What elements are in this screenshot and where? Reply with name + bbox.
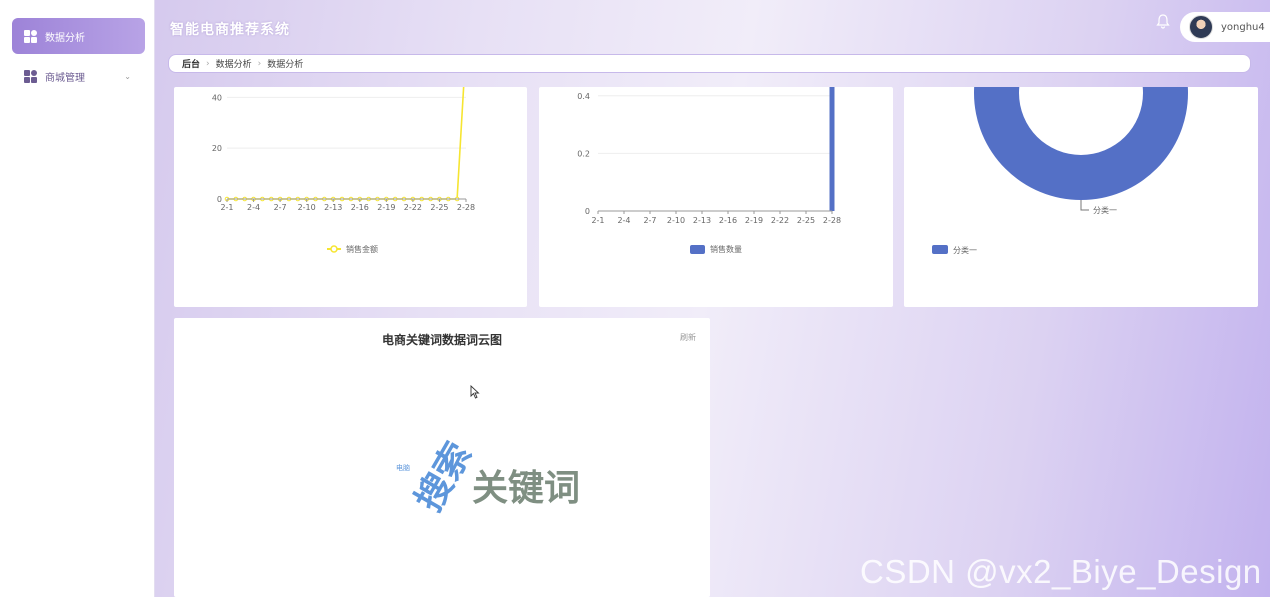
avatar	[1189, 15, 1213, 39]
grid-icon	[24, 69, 37, 83]
x-tick-label: 2-10	[298, 203, 316, 212]
x-tick-label: 2-25	[430, 203, 448, 212]
bell-icon[interactable]	[1156, 14, 1172, 30]
sidebar-item-data-analysis[interactable]: 数据分析	[12, 18, 145, 54]
x-tick-label: 2-7	[643, 216, 656, 225]
x-tick-label: 2-16	[719, 216, 737, 225]
y-tick-label: 40	[212, 93, 222, 102]
y-tick-label: 0	[585, 207, 590, 216]
category-pie-chart: 分类一分类一	[932, 87, 1188, 255]
wordcloud-word: 搜索	[408, 436, 480, 519]
x-tick-label: 2-1	[591, 216, 604, 225]
y-tick-label: 0.4	[577, 92, 590, 101]
x-tick-label: 2-19	[377, 203, 395, 212]
chevron-right-icon: ›	[206, 58, 210, 69]
x-tick-label: 2-22	[404, 203, 422, 212]
breadcrumb-item-home[interactable]: 后台	[182, 57, 200, 70]
sales-amount-chart-card: 0 20 40 2-1 2-4 2-7 2-10 2-13 2-16 2-19 2-22 2-25 2-…	[174, 87, 527, 307]
x-tick-label: 2-4	[617, 216, 630, 225]
sidebar: 数据分析 商城管理 ⌄	[0, 0, 155, 597]
y-tick-label: 0.2	[577, 149, 590, 158]
mouse-cursor-icon	[470, 385, 480, 399]
x-tick-label: 2-1	[220, 203, 233, 212]
legend-label: 销售数量	[710, 244, 742, 254]
breadcrumb-item: 数据分析	[267, 60, 304, 70]
x-tick-label: 2-28	[457, 203, 475, 212]
chevron-right-icon: ›	[257, 58, 262, 69]
pie-slice	[974, 87, 1188, 200]
x-tick-label: 2-22	[771, 216, 789, 225]
keyword-wordcloud-card: 电商关键词数据词云图 刷新 关键词 搜索 电脑	[174, 318, 710, 597]
x-tick-label: 2-28	[823, 216, 841, 225]
legend-swatch	[690, 245, 705, 254]
legend-label: 分类一	[953, 245, 977, 255]
wordcloud-word: 关键词	[472, 468, 580, 509]
x-tick-label: 2-4	[247, 203, 260, 212]
watermark: CSDN @vx2_Biye_Design	[860, 553, 1262, 590]
wordcloud: 关键词 搜索 电脑	[396, 436, 580, 519]
x-tick-label: 2-16	[351, 203, 369, 212]
sidebar-item-label: 商城管理	[45, 72, 85, 84]
sales-quantity-bar-chart: 0 0.2 0.4 2-1 2-4 2-7 2-10 2-13 2-16 2-19 2-22 2-25…	[577, 87, 841, 254]
pie-label: 分类一	[1093, 205, 1117, 215]
y-tick-label: 20	[212, 144, 222, 153]
sales-quantity-chart-card: 0 0.2 0.4 2-1 2-4 2-7 2-10 2-13 2-16 2-19 2-22 2-25…	[539, 87, 893, 307]
legend-marker	[330, 245, 338, 253]
wordcloud-word: 电脑	[396, 463, 410, 472]
sidebar-item-label: 数据分析	[45, 32, 85, 44]
x-tick-label: 2-13	[324, 203, 342, 212]
username: yonghu4	[1221, 21, 1265, 33]
breadcrumb-item[interactable]: 数据分析	[216, 57, 252, 70]
x-tick-label: 2-7	[274, 203, 287, 212]
category-pie-chart-card: 分类一 分类一	[904, 87, 1258, 307]
x-tick-label: 2-13	[693, 216, 711, 225]
series-line	[227, 87, 465, 200]
grid-icon	[24, 29, 37, 43]
sales-amount-line-chart: 020402-1 2-4 2-7 2-10 2-13 2-16 2-19 2-22 2-25 2-…	[212, 87, 475, 254]
legend-label: 销售金额	[346, 244, 378, 254]
sidebar-item-mall-management[interactable]: 商城管理 ⌄	[12, 58, 145, 94]
user-menu[interactable]: yonghu4	[1180, 12, 1270, 42]
label-leader-line	[1080, 200, 1089, 211]
app-title: 智能电商推荐系统	[170, 22, 290, 38]
x-tick-label: 2-10	[667, 216, 685, 225]
chevron-down-icon[interactable]: ⌄	[124, 72, 131, 81]
x-tick-label: 2-25	[797, 216, 815, 225]
bar	[829, 87, 835, 211]
legend-swatch	[932, 245, 948, 254]
breadcrumb: 后台 › 数据分析 › 数据分析	[168, 54, 1251, 73]
x-tick-label: 2-19	[745, 216, 763, 225]
